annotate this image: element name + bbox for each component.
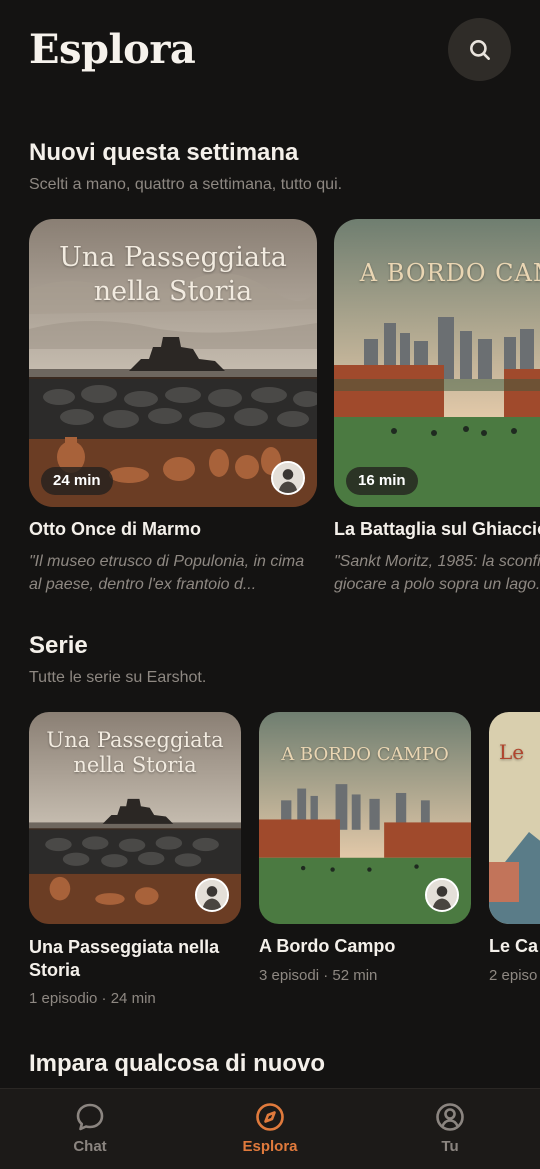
avatar bbox=[195, 878, 229, 912]
tab-chat[interactable]: Chat bbox=[30, 1101, 150, 1155]
cover-title: A BORDO CAMPO bbox=[359, 259, 540, 287]
series-title: A Bordo Campo bbox=[259, 936, 396, 956]
episode-card[interactable]: Una Passeggiata nella Storia 24 min Otto… bbox=[29, 219, 317, 596]
tab-tu[interactable]: Tu bbox=[390, 1101, 510, 1155]
tab-label: Tu bbox=[441, 1138, 459, 1155]
tab-label: Chat bbox=[73, 1138, 107, 1155]
episode-quote: "Sankt Moritz, 1985: la sconfitta di gio… bbox=[334, 553, 540, 593]
episode-card[interactable]: A BORDO CAMPO 16 min La Battaglia sul Gh… bbox=[334, 219, 540, 596]
series-meta: 2 episo bbox=[489, 967, 538, 984]
series-cover: Le bbox=[489, 712, 540, 924]
series-title: Le Ca bbox=[489, 936, 539, 956]
chat-bubble-icon bbox=[76, 1103, 104, 1131]
series-meta: 1 episodio · 24 min bbox=[29, 990, 156, 1007]
tab-label: Esplora bbox=[242, 1138, 298, 1155]
series-card[interactable]: A BORDO CAMPO A Bordo Campo 3 episodi · … bbox=[259, 712, 471, 984]
cover-title: Una Passeggiata nella Storia bbox=[59, 242, 287, 307]
section-title-new: Nuovi questa settimana bbox=[29, 139, 299, 166]
explore-screen: Esplora Nuovi questa settimana Scelti a … bbox=[0, 0, 540, 1169]
episode-title: La Battaglia sul Ghiaccio bbox=[334, 519, 540, 539]
section-title-learn: Impara qualcosa di nuovo bbox=[29, 1050, 326, 1077]
cover-title: Le bbox=[499, 740, 525, 764]
duration-badge: 16 min bbox=[346, 467, 418, 495]
section-subtitle-new: Scelti a mano, quattro a settimana, tutt… bbox=[29, 176, 343, 193]
bottom-tab-bar: Chat Esplora Tu bbox=[0, 1088, 540, 1169]
series-cover: A BORDO CAMPO bbox=[259, 712, 471, 924]
search-button[interactable] bbox=[448, 18, 511, 81]
series-card[interactable]: Le Le Ca 2 episo bbox=[489, 712, 540, 984]
episode-quote: "Il museo etrusco di Populonia, in cima … bbox=[29, 553, 305, 593]
page-title: Esplora bbox=[29, 26, 196, 73]
tab-esplora[interactable]: Esplora bbox=[210, 1101, 330, 1155]
series-title: Una Passeggiata nella Storia bbox=[29, 937, 220, 980]
series-rail[interactable]: Una Passeggiata nella Storia Una Passegg… bbox=[0, 712, 540, 1017]
cover-title: A BORDO CAMPO bbox=[281, 744, 449, 765]
section-subtitle-series: Tutte le serie su Earshot. bbox=[29, 669, 207, 686]
duration-badge: 24 min bbox=[41, 467, 113, 495]
search-icon bbox=[469, 39, 490, 60]
new-episodes-rail[interactable]: Una Passeggiata nella Storia 24 min Otto… bbox=[0, 219, 540, 599]
episode-cover: Una Passeggiata nella Storia 24 min bbox=[29, 219, 317, 507]
compass-icon bbox=[256, 1103, 284, 1131]
series-card[interactable]: Una Passeggiata nella Storia Una Passegg… bbox=[29, 712, 241, 1007]
series-meta: 3 episodi · 52 min bbox=[259, 967, 378, 984]
episode-title: Otto Once di Marmo bbox=[29, 519, 202, 539]
user-icon bbox=[436, 1103, 464, 1131]
episode-cover: A BORDO CAMPO 16 min bbox=[334, 219, 540, 507]
avatar bbox=[425, 878, 459, 912]
series-cover: Una Passeggiata nella Storia bbox=[29, 712, 241, 924]
section-title-series: Serie bbox=[29, 632, 88, 659]
avatar bbox=[271, 461, 305, 495]
cover-title: Una Passeggiata nella Storia bbox=[46, 728, 224, 777]
